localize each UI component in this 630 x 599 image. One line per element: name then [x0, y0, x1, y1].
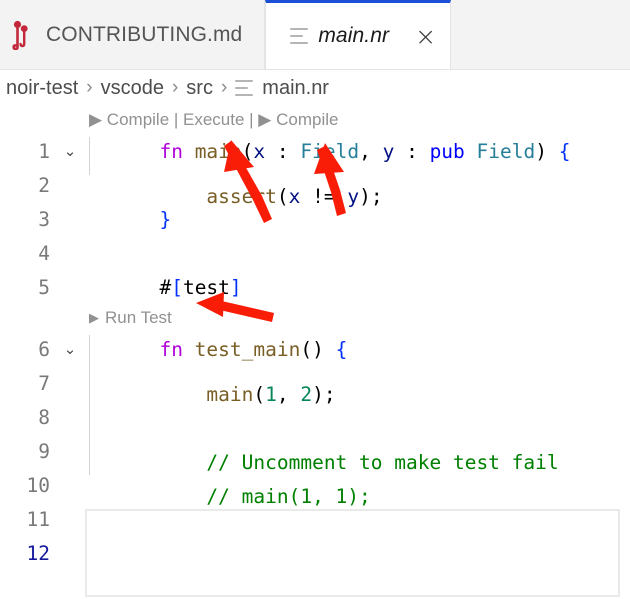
token-brace-close: } — [159, 207, 172, 231]
tab-label: CONTRIBUTING.md — [46, 22, 243, 46]
markdown-file-icon — [10, 20, 32, 50]
file-lines-icon — [290, 28, 309, 44]
tab-main-nr[interactable]: main.nr × — [265, 0, 452, 69]
line-number: 11 — [26, 507, 50, 531]
fold-chevron-icon[interactable]: ⌄ — [55, 340, 85, 358]
line-number: 2 — [38, 173, 50, 197]
indent-guide — [89, 403, 90, 441]
code-editor[interactable]: ▶ Compile | Execute | ▶ Compile 1 ⌄ fn m… — [0, 106, 630, 597]
current-line-highlight — [85, 509, 620, 597]
breadcrumb-item-noir-test[interactable]: noir-test — [6, 77, 78, 100]
tab-label: main.nr — [318, 24, 390, 47]
tab-contributing-md[interactable]: CONTRIBUTING.md — [0, 0, 266, 69]
line-number: 6 — [38, 337, 50, 361]
code-line-12: 12 — [0, 509, 630, 597]
indent-guide — [89, 335, 90, 373]
line-number: 5 — [38, 275, 50, 299]
indent-guide — [89, 437, 90, 475]
line-number: 3 — [38, 207, 50, 231]
tab-bar-empty-space — [451, 0, 630, 69]
indent-guide — [89, 137, 90, 175]
code-line-3: 3 } — [0, 202, 630, 236]
code-content — [85, 507, 630, 599]
line-number: 10 — [26, 473, 50, 497]
editor-tab-bar: CONTRIBUTING.md main.nr × — [0, 0, 630, 70]
line-number: 9 — [38, 439, 50, 463]
line-number: 4 — [38, 241, 50, 265]
line-number: 8 — [38, 405, 50, 429]
fold-chevron-icon[interactable]: ⌄ — [55, 142, 85, 160]
indent-guide — [89, 369, 90, 407]
line-number-active: 12 — [26, 541, 50, 565]
line-number: 1 — [38, 139, 50, 163]
line-number: 7 — [38, 371, 50, 395]
close-icon[interactable]: × — [415, 24, 436, 49]
